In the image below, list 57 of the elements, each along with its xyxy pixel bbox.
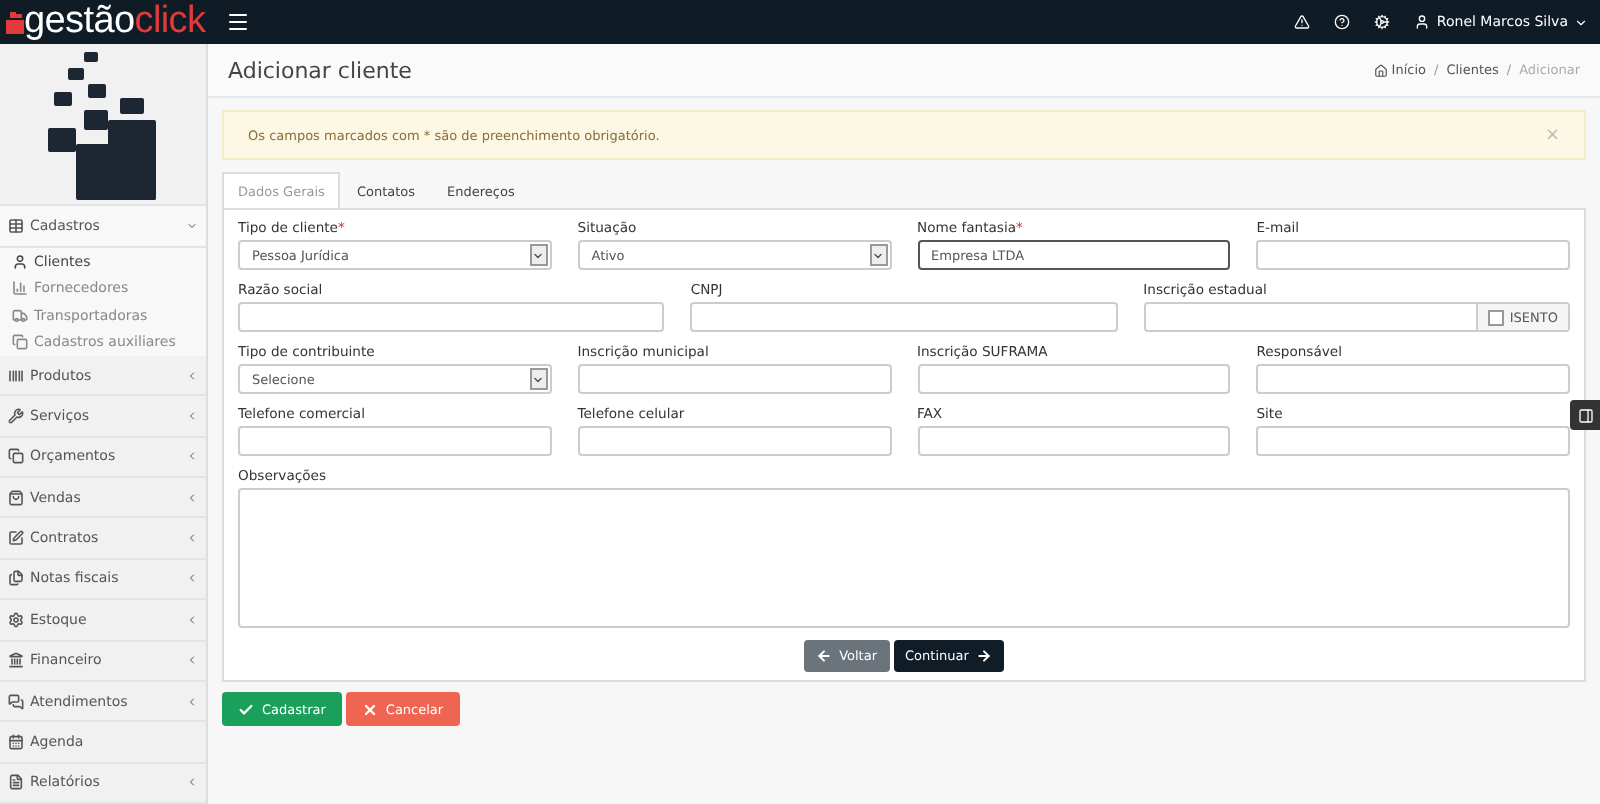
page-title: Adicionar cliente <box>228 57 412 83</box>
input-field[interactable] <box>1256 240 1570 270</box>
bag-icon <box>8 489 24 506</box>
panel-icon <box>1577 407 1593 423</box>
chevron-left-icon <box>186 695 198 708</box>
caret-icon <box>532 249 545 261</box>
logo-icon <box>6 11 24 33</box>
caret-icon <box>532 373 545 385</box>
home-icon <box>1373 63 1388 77</box>
chevron-down-icon <box>186 220 198 233</box>
caret-icon <box>872 249 884 261</box>
input-field[interactable] <box>1256 364 1570 394</box>
copy-icon <box>12 334 28 351</box>
chevron-left-icon <box>186 776 198 789</box>
gear-icon <box>8 611 24 628</box>
input-field[interactable] <box>1256 426 1570 456</box>
truck-icon <box>12 307 28 324</box>
chat-icon <box>8 693 24 710</box>
check-icon <box>238 701 254 717</box>
copy-icon <box>8 448 24 465</box>
files-icon <box>8 570 24 587</box>
input-field[interactable] <box>577 426 891 456</box>
help-icon[interactable] <box>1334 14 1351 30</box>
input-field[interactable] <box>238 302 665 332</box>
input-field[interactable] <box>238 426 552 456</box>
chevron-left-icon <box>186 369 198 382</box>
logo-text: gestãoclick <box>24 0 206 44</box>
settings-icon[interactable] <box>1374 14 1391 30</box>
table-icon <box>8 218 24 235</box>
input-field[interactable] <box>917 364 1231 394</box>
report-icon <box>8 774 24 791</box>
arrow-left-icon <box>815 648 832 664</box>
input-field[interactable] <box>917 426 1231 456</box>
side-panel-button[interactable] <box>1570 400 1600 430</box>
chevron-left-icon <box>186 654 198 667</box>
caret-icon <box>1574 15 1588 29</box>
input-field[interactable] <box>577 364 891 394</box>
chevron-left-icon <box>186 613 198 626</box>
chevron-left-icon <box>186 532 198 545</box>
bar-chart-icon <box>12 280 28 297</box>
chevron-left-icon <box>186 450 198 463</box>
chevron-left-icon <box>186 572 198 585</box>
close-icon <box>361 701 378 717</box>
chevron-left-icon <box>186 491 198 504</box>
barcode-icon <box>8 367 24 384</box>
bank-icon <box>8 652 24 669</box>
menu-icon[interactable] <box>225 10 250 34</box>
notes-textarea[interactable] <box>238 488 1570 628</box>
chevron-left-icon <box>186 410 198 423</box>
user-icon <box>1414 14 1431 30</box>
user-icon <box>12 253 28 270</box>
warning-icon[interactable] <box>1294 14 1311 30</box>
wrench-icon <box>8 408 24 425</box>
arrow-right-icon <box>976 648 993 664</box>
input-field[interactable] <box>690 302 1118 332</box>
edit-icon <box>8 530 24 547</box>
calendar-icon <box>8 733 24 750</box>
